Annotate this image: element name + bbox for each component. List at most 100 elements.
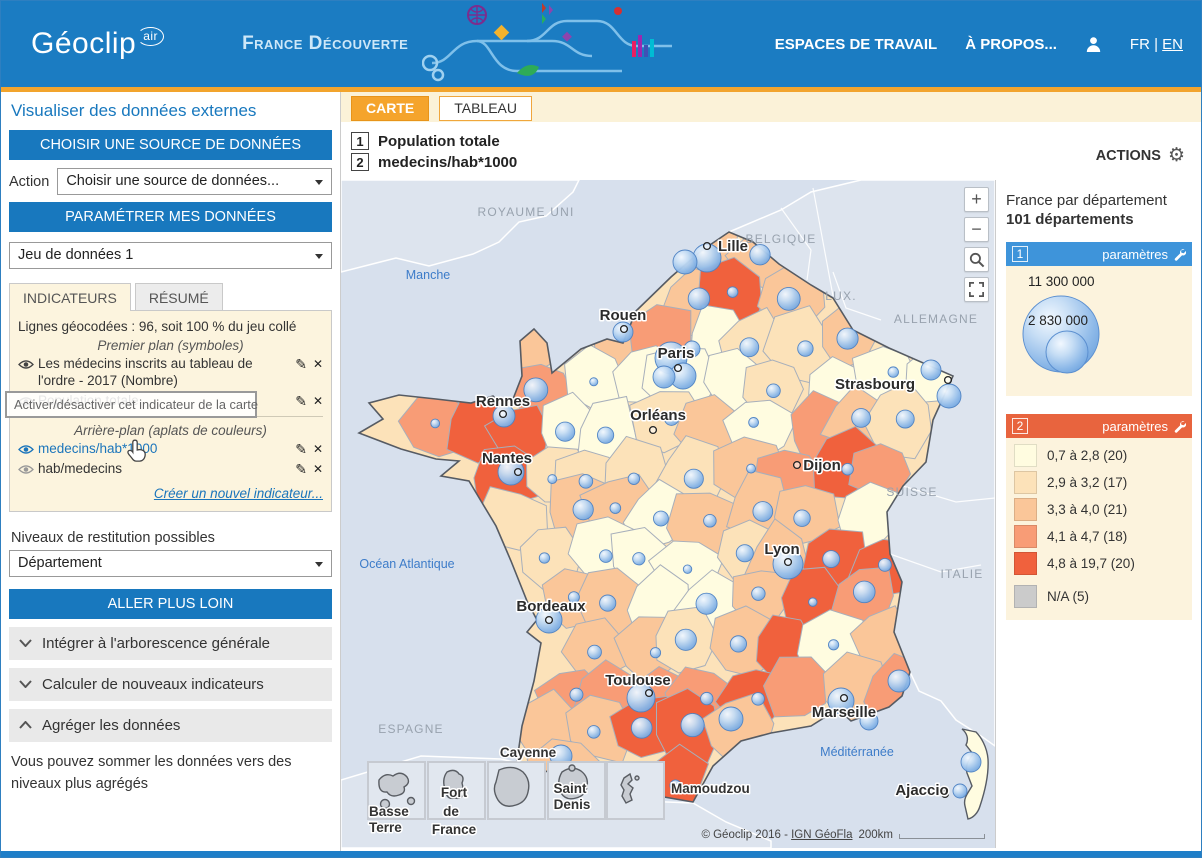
symbol-circle[interactable] <box>853 581 875 603</box>
delete-x-icon[interactable]: ✕ <box>313 356 323 371</box>
go-further-button[interactable]: ALLER PLUS LOIN <box>9 589 332 619</box>
symbol-circle[interactable] <box>752 587 765 600</box>
symbol-circle[interactable] <box>597 427 613 443</box>
delete-x-icon[interactable]: ✕ <box>313 441 323 456</box>
city-marker[interactable] <box>785 559 792 566</box>
nav-espaces-de-travail[interactable]: ESPACES DE TRAVAIL <box>775 36 938 53</box>
accordion-item-2[interactable]: Agréger les données <box>9 709 332 742</box>
user-icon[interactable] <box>1085 36 1102 53</box>
level-select[interactable]: Département <box>9 550 332 577</box>
edit-pencil-icon[interactable]: ✎ <box>295 393 307 410</box>
accordion-item-0[interactable]: Intégrer à l'arborescence générale <box>9 627 332 660</box>
symbol-circle[interactable] <box>704 514 717 527</box>
tab-tableau[interactable]: TABLEAU <box>439 96 532 121</box>
symbol-circle[interactable] <box>719 707 743 731</box>
symbol-circle[interactable] <box>650 648 660 658</box>
dataset-select[interactable]: Jeu de données 1 <box>9 242 332 269</box>
symbol-circle[interactable] <box>548 475 557 484</box>
symbol-circle[interactable] <box>823 551 840 568</box>
symbol-circle[interactable] <box>431 419 440 428</box>
symbol-circle[interactable] <box>777 287 800 310</box>
symbol-circle[interactable] <box>681 713 704 736</box>
tab-resume[interactable]: RÉSUMÉ <box>135 283 223 311</box>
symbol-circle[interactable] <box>653 366 675 388</box>
accordion-item-1[interactable]: Calculer de nouveaux indicateurs <box>9 668 332 701</box>
create-indicator-link[interactable]: Créer un nouvel indicateur... <box>18 486 323 501</box>
geoclip-logo[interactable]: Géoclipair <box>31 27 164 61</box>
symbol-circle[interactable] <box>588 726 601 739</box>
symbol-circle[interactable] <box>921 360 941 380</box>
symbol-circle[interactable] <box>588 645 602 659</box>
france-map[interactable]: BasseTerreFortdeFranceCayenneSaintDenisM… <box>341 180 995 848</box>
zoom-out-button[interactable]: − <box>964 217 989 242</box>
city-marker[interactable] <box>945 377 952 384</box>
fullscreen-button[interactable] <box>964 277 989 302</box>
symbol-circle[interactable] <box>590 378 598 386</box>
symbol-circle[interactable] <box>798 341 813 356</box>
symbol-circle[interactable] <box>961 752 981 772</box>
city-marker[interactable] <box>650 427 657 434</box>
city-marker[interactable] <box>841 695 848 702</box>
symbol-circle[interactable] <box>633 553 645 565</box>
symbol-circle[interactable] <box>837 328 858 349</box>
symbol-circle[interactable] <box>684 469 703 488</box>
symbol-circle[interactable] <box>673 250 697 274</box>
city-marker[interactable] <box>646 690 653 697</box>
symbol-circle[interactable] <box>842 463 854 475</box>
symbol-circle[interactable] <box>556 422 575 441</box>
symbol-circle[interactable] <box>736 545 753 562</box>
symbol-circle[interactable] <box>688 288 709 309</box>
symbol-circle[interactable] <box>653 511 668 526</box>
city-marker[interactable] <box>675 365 682 372</box>
action-select[interactable]: Choisir une source de données... <box>57 168 332 195</box>
symbol-circle[interactable] <box>878 558 891 571</box>
city-marker[interactable] <box>704 243 711 250</box>
edit-pencil-icon[interactable]: ✎ <box>295 461 307 478</box>
symbol-circle[interactable] <box>747 464 756 473</box>
symbol-circle[interactable] <box>727 287 738 298</box>
symbol-circle[interactable] <box>767 384 781 398</box>
symbol-circle[interactable] <box>631 718 652 739</box>
symbol-circle[interactable] <box>579 475 593 489</box>
symbol-circle[interactable] <box>888 670 910 692</box>
delete-x-icon[interactable]: ✕ <box>313 393 323 408</box>
symbol-circle[interactable] <box>794 510 810 526</box>
tab-indicateurs[interactable]: INDICATEURS <box>9 283 131 311</box>
symbol-circle[interactable] <box>749 417 759 427</box>
symbol-circle[interactable] <box>539 553 549 563</box>
indicator-label[interactable]: hab/medecins <box>38 461 287 478</box>
symbol-circle[interactable] <box>753 502 773 522</box>
legend-2-params-button[interactable]: paramètres <box>1102 419 1186 434</box>
symbol-circle[interactable] <box>953 784 967 798</box>
symbol-circle[interactable] <box>675 629 696 650</box>
symbol-circle[interactable] <box>750 245 770 265</box>
attribution-source-link[interactable]: IGN GéoFla <box>791 829 852 841</box>
symbol-circle[interactable] <box>610 503 621 514</box>
symbol-circle[interactable] <box>696 593 717 614</box>
actions-menu-button[interactable]: ACTIONS ⚙ <box>1096 146 1185 165</box>
city-marker[interactable] <box>515 469 522 476</box>
tab-carte[interactable]: CARTE <box>351 96 429 121</box>
city-marker[interactable] <box>621 326 628 333</box>
symbol-circle[interactable] <box>896 410 914 428</box>
symbol-circle[interactable] <box>573 500 593 520</box>
nav-a-propos[interactable]: À PROPOS... <box>965 36 1057 53</box>
toggle-visibility-eye[interactable] <box>18 441 38 458</box>
map-container[interactable]: BasseTerreFortdeFranceCayenneSaintDenisM… <box>341 180 995 848</box>
symbol-circle[interactable] <box>683 565 692 574</box>
symbol-circle[interactable] <box>828 640 838 650</box>
symbol-circle[interactable] <box>628 473 639 484</box>
symbol-circle[interactable] <box>852 409 871 428</box>
zoom-select-button[interactable] <box>964 247 989 272</box>
legend-1-params-button[interactable]: paramètres <box>1102 247 1186 262</box>
city-marker[interactable] <box>500 411 507 418</box>
delete-x-icon[interactable]: ✕ <box>313 461 323 476</box>
lang-fr[interactable]: FR <box>1130 36 1150 53</box>
lang-en[interactable]: EN <box>1162 36 1183 53</box>
choose-source-button[interactable]: CHOISIR UNE SOURCE DE DONNÉES <box>9 130 332 160</box>
edit-pencil-icon[interactable]: ✎ <box>295 441 307 458</box>
symbol-circle[interactable] <box>600 595 616 611</box>
symbol-circle[interactable] <box>570 688 583 701</box>
symbol-circle[interactable] <box>937 384 961 408</box>
inset-box[interactable] <box>607 762 664 819</box>
